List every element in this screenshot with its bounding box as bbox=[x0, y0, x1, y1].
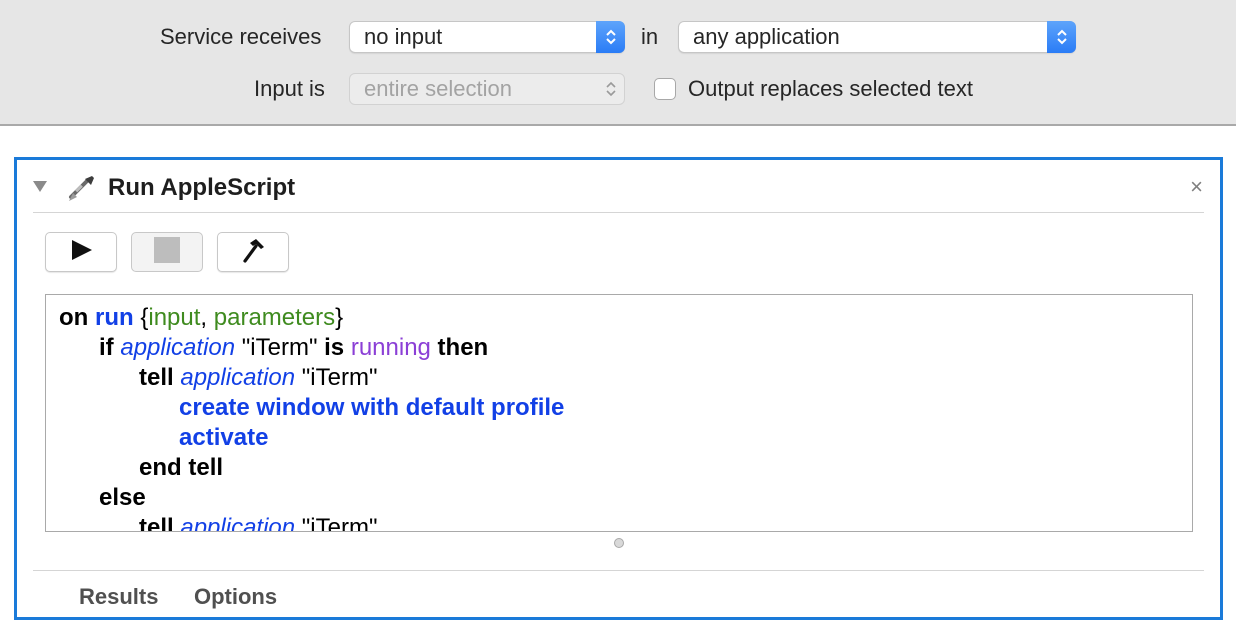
script-token: "iTerm" bbox=[295, 364, 378, 391]
script-token: } bbox=[335, 304, 344, 331]
script-token: end tell bbox=[59, 454, 224, 481]
stop-script-button[interactable] bbox=[131, 232, 203, 272]
tabs-divider bbox=[33, 570, 1204, 571]
script-token: running bbox=[350, 334, 431, 361]
output-replaces-checkbox[interactable] bbox=[654, 78, 676, 100]
run-script-button[interactable] bbox=[45, 232, 117, 272]
up-down-chevron-icon bbox=[596, 21, 625, 53]
service-receives-label: Service receives bbox=[160, 24, 322, 49]
compile-script-button[interactable] bbox=[217, 232, 289, 272]
script-token: run bbox=[95, 304, 134, 331]
script-token: application bbox=[180, 514, 296, 532]
script-line: end tell bbox=[59, 453, 564, 483]
tab-results[interactable]: Results bbox=[79, 583, 158, 611]
script-token: create window with default profile bbox=[59, 394, 565, 421]
script-line: activate bbox=[59, 423, 564, 453]
input-is-label: Input is bbox=[254, 76, 325, 101]
script-code: on run {input, parameters} if applicatio… bbox=[59, 303, 564, 532]
output-replaces-label: Output replaces selected text bbox=[688, 76, 973, 101]
service-receives-popup[interactable]: no input bbox=[349, 21, 625, 53]
script-line: create window with default profile bbox=[59, 393, 564, 423]
script-token: is bbox=[324, 334, 351, 361]
script-line: tell application "iTerm" bbox=[59, 363, 564, 393]
hammer-icon bbox=[239, 236, 267, 269]
script-token: input bbox=[148, 304, 201, 331]
script-line: if application "iTerm" is running then bbox=[59, 333, 564, 363]
service-config-bar: Service receives no input in any applica… bbox=[0, 0, 1236, 126]
title-divider bbox=[33, 212, 1204, 213]
up-down-chevron-icon bbox=[1047, 21, 1076, 53]
stop-icon bbox=[153, 236, 181, 269]
script-token: , bbox=[200, 304, 214, 331]
service-receives-value: no input bbox=[364, 24, 443, 49]
application-popup[interactable]: any application bbox=[678, 21, 1076, 53]
run-applescript-action: Run AppleScript × on run {input, paramet… bbox=[14, 157, 1223, 620]
script-token: on bbox=[59, 304, 95, 331]
input-is-popup[interactable]: entire selection bbox=[349, 73, 625, 105]
script-token: tell bbox=[59, 364, 181, 391]
play-icon bbox=[68, 238, 94, 267]
script-token: { bbox=[133, 304, 149, 331]
script-token: else bbox=[59, 484, 146, 511]
script-line: else bbox=[59, 483, 564, 513]
action-title: Run AppleScript bbox=[108, 174, 296, 201]
script-editor[interactable]: on run {input, parameters} if applicatio… bbox=[45, 294, 1193, 532]
script-token: application bbox=[180, 364, 296, 391]
tab-options[interactable]: Options bbox=[194, 583, 277, 611]
applescript-icon bbox=[65, 173, 97, 210]
script-line: tell application "iTerm" bbox=[59, 513, 564, 532]
close-icon[interactable]: × bbox=[1190, 173, 1203, 201]
script-token: parameters bbox=[213, 304, 336, 331]
in-label: in bbox=[641, 24, 659, 49]
script-line: on run {input, parameters} bbox=[59, 303, 564, 333]
script-token: activate bbox=[59, 424, 269, 451]
up-down-chevron-icon bbox=[596, 73, 625, 105]
input-is-value: entire selection bbox=[364, 76, 512, 101]
script-token: application bbox=[120, 334, 236, 361]
script-token: "iTerm" bbox=[295, 514, 378, 532]
editor-resize-handle[interactable] bbox=[614, 538, 624, 548]
application-value: any application bbox=[693, 24, 840, 49]
script-token: "iTerm" bbox=[235, 334, 325, 361]
disclosure-triangle-icon[interactable] bbox=[31, 178, 49, 199]
script-token: if bbox=[59, 334, 121, 361]
script-token: tell bbox=[59, 514, 181, 532]
script-token: then bbox=[430, 334, 489, 361]
